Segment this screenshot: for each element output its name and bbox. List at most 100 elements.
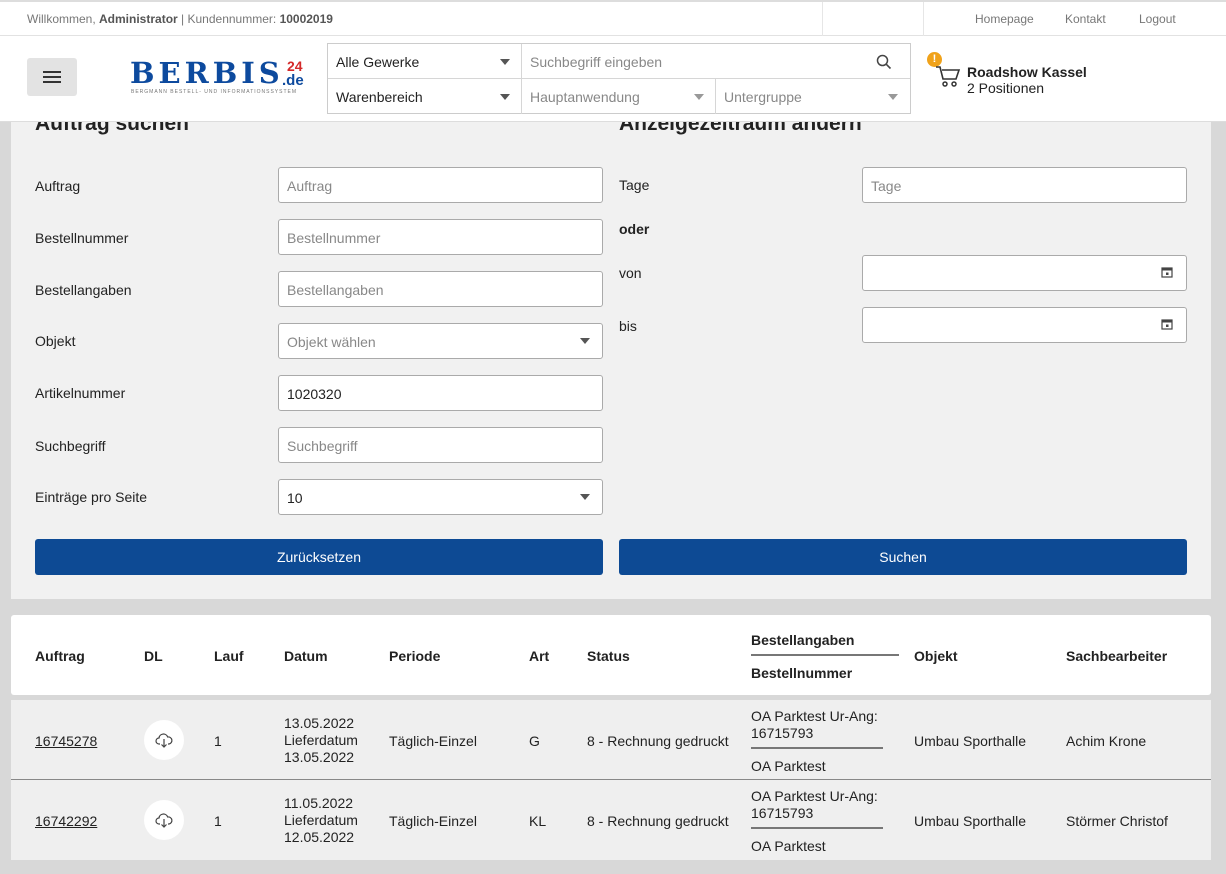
- search-panel: Auftrag suchen Anzeigezeitraum ändern Au…: [11, 122, 1211, 599]
- col-art[interactable]: Art: [529, 648, 549, 664]
- auftrag-link[interactable]: 16745278: [35, 733, 97, 750]
- bestellangaben-cell: OA Parktest Ur-Ang:: [751, 708, 878, 724]
- cart-icon: [936, 66, 961, 87]
- datum-cell: 11.05.2022: [284, 795, 354, 811]
- search-input[interactable]: Suchbegriff eingeben: [522, 44, 910, 79]
- chevron-down-icon: [580, 494, 590, 500]
- kontakt-link[interactable]: Kontakt: [1065, 12, 1106, 26]
- gewerke-select[interactable]: Alle Gewerke: [328, 44, 522, 79]
- sachbearbeiter-cell: Achim Krone: [1066, 733, 1147, 749]
- bestellnummer-input[interactable]: Bestellnummer: [278, 219, 603, 255]
- warenbereich-select[interactable]: Warenbereich: [328, 79, 522, 114]
- divider: [822, 2, 823, 36]
- download-button[interactable]: [144, 720, 184, 760]
- col-lauf[interactable]: Lauf: [214, 648, 244, 664]
- lieferdatum-cell: 13.05.2022: [284, 749, 355, 765]
- objekt-cell: Umbau Sporthalle: [914, 813, 1027, 829]
- col-bestellangaben[interactable]: Bestellangaben: [751, 632, 854, 648]
- bis-label: bis: [619, 318, 637, 334]
- calendar-icon[interactable]: [1161, 318, 1173, 330]
- left-title: Auftrag suchen: [35, 122, 190, 135]
- homepage-link[interactable]: Homepage: [975, 12, 1034, 26]
- user-name: Administrator: [99, 12, 178, 26]
- lauf-cell: 1: [214, 733, 222, 749]
- objekt-select[interactable]: Objekt wählen: [278, 323, 603, 359]
- download-button[interactable]: [144, 800, 184, 840]
- auftrag-link[interactable]: 16742292: [35, 813, 97, 830]
- hamburger-icon: [43, 76, 61, 78]
- artikelnummer-input[interactable]: 1020320: [278, 375, 603, 411]
- artikelnummer-label: Artikelnummer: [35, 385, 126, 401]
- bestellnummer-label: Bestellnummer: [35, 230, 129, 246]
- col-datum[interactable]: Datum: [284, 648, 328, 664]
- divider: [751, 827, 883, 829]
- von-date-input[interactable]: [862, 255, 1187, 291]
- col-auftrag[interactable]: Auftrag: [35, 648, 85, 664]
- table-row: 16745278 1 13.05.2022 Lieferdatum 13.05.…: [11, 700, 1211, 780]
- col-status[interactable]: Status: [587, 648, 630, 664]
- bestellnummer-cell: OA Parktest: [751, 758, 826, 774]
- hauptanwendung-value: Hauptanwendung: [530, 89, 640, 105]
- bestellangaben-input[interactable]: Bestellangaben: [278, 271, 603, 307]
- lieferdatum-label: Lieferdatum: [284, 732, 358, 748]
- von-label: von: [619, 265, 642, 281]
- bestellangaben-cell: 16715793: [751, 805, 814, 821]
- col-objekt[interactable]: Objekt: [914, 648, 958, 664]
- lieferdatum-label: Lieferdatum: [284, 812, 358, 828]
- auftrag-label: Auftrag: [35, 178, 81, 194]
- customer-label: | Kundennummer:: [181, 12, 277, 26]
- objekt-placeholder: Objekt wählen: [287, 334, 376, 350]
- hamburger-icon: [43, 81, 61, 83]
- search-button[interactable]: Suchen: [619, 539, 1187, 575]
- cart[interactable]: ! Roadshow Kassel 2 Positionen: [925, 50, 1105, 100]
- art-cell: KL: [529, 813, 547, 829]
- table-row: 16742292 1 11.05.2022 Lieferdatum 12.05.…: [11, 780, 1211, 860]
- untergruppe-select[interactable]: Untergruppe: [716, 79, 910, 114]
- welcome-prefix: Willkommen,: [27, 12, 96, 26]
- eintraege-select[interactable]: 10: [278, 479, 603, 515]
- logo-tld: .de: [282, 72, 304, 89]
- periode-cell: Täglich-Einzel: [389, 813, 477, 829]
- bestellangaben-label: Bestellangaben: [35, 282, 132, 298]
- periode-cell: Täglich-Einzel: [389, 733, 477, 749]
- lauf-cell: 1: [214, 813, 222, 829]
- bestellangaben-cell: OA Parktest Ur-Ang:: [751, 788, 878, 804]
- menu-button[interactable]: [27, 58, 77, 96]
- oder-text: oder: [619, 221, 650, 237]
- welcome-text: Willkommen, Administrator | Kundennummer…: [27, 12, 333, 26]
- auftrag-input[interactable]: Auftrag: [278, 167, 603, 203]
- cart-name: Roadshow Kassel: [967, 64, 1087, 80]
- cloud-download-icon: [155, 813, 173, 828]
- logo-text: BERBIS: [130, 56, 284, 90]
- chevron-down-icon: [580, 338, 590, 344]
- tage-label: Tage: [619, 177, 650, 193]
- search-icon[interactable]: [876, 54, 892, 70]
- eintraege-value: 10: [287, 490, 303, 506]
- cart-positions: 2 Positionen: [967, 80, 1045, 96]
- logout-link[interactable]: Logout: [1139, 12, 1176, 26]
- suchbegriff-label: Suchbegriff: [35, 438, 106, 454]
- top-bar: Willkommen, Administrator | Kundennummer…: [0, 0, 1226, 36]
- cloud-download-icon: [155, 733, 173, 748]
- col-sachbearbeiter[interactable]: Sachbearbeiter: [1066, 648, 1167, 664]
- art-cell: G: [529, 733, 540, 749]
- bis-date-input[interactable]: [862, 307, 1187, 343]
- col-periode[interactable]: Periode: [389, 648, 440, 664]
- suchbegriff-input[interactable]: Suchbegriff: [278, 427, 603, 463]
- chevron-down-icon: [694, 94, 704, 100]
- tage-input[interactable]: Tage: [862, 167, 1187, 203]
- datum-cell: 13.05.2022: [284, 715, 355, 731]
- berbis-logo[interactable]: BERBIS 24 .de BERGMANN BESTELL- UND INFO…: [130, 56, 310, 102]
- hauptanwendung-select[interactable]: Hauptanwendung: [522, 79, 716, 114]
- reset-button[interactable]: Zurücksetzen: [35, 539, 603, 575]
- logo-tagline: BERGMANN BESTELL- UND INFORMATIONSSYSTEM: [131, 89, 298, 95]
- divider: [751, 654, 899, 656]
- lieferdatum-cell: 12.05.2022: [284, 829, 355, 845]
- col-bestellnummer[interactable]: Bestellnummer: [751, 665, 852, 681]
- hamburger-icon: [43, 71, 61, 73]
- calendar-icon[interactable]: [1161, 266, 1173, 278]
- search-placeholder: Suchbegriff eingeben: [530, 54, 663, 70]
- divider: [751, 747, 883, 749]
- chevron-down-icon: [888, 94, 898, 100]
- search-box: Alle Gewerke Suchbegriff eingeben Warenb…: [327, 43, 911, 114]
